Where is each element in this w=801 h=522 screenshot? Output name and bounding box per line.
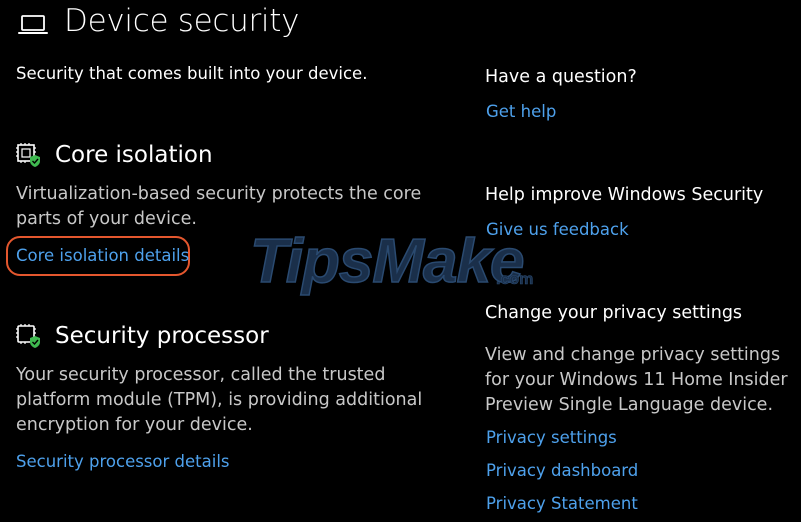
privacy-heading: Change your privacy settings — [485, 303, 743, 323]
laptop-icon — [18, 15, 48, 34]
core-isolation-description: Virtualization-based security protects t… — [16, 184, 422, 229]
security-processor-details-link[interactable]: Security processor details — [16, 452, 230, 471]
chip-shield-icon — [16, 143, 40, 167]
security-processor-title: Security processor — [55, 323, 269, 349]
page-title: Device security — [64, 3, 300, 39]
security-processor-description: Your security processor, called the trus… — [16, 365, 423, 435]
svg-text:TipsMake: TipsMake — [250, 227, 523, 296]
give-feedback-link[interactable]: Give us feedback — [486, 220, 629, 239]
help-improve-heading: Help improve Windows Security — [485, 185, 764, 205]
core-isolation-title: Core isolation — [55, 142, 213, 168]
privacy-description: View and change privacy settings for you… — [485, 345, 788, 415]
svg-text:.com: .com — [496, 271, 533, 288]
privacy-settings-link[interactable]: Privacy settings — [486, 428, 617, 447]
privacy-dashboard-link[interactable]: Privacy dashboard — [486, 461, 638, 480]
get-help-link[interactable]: Get help — [486, 102, 556, 121]
processor-shield-icon — [16, 324, 40, 348]
have-question-heading: Have a question? — [485, 67, 637, 87]
privacy-statement-link[interactable]: Privacy Statement — [486, 494, 638, 513]
device-security-page: Device security Security that comes buil… — [0, 0, 801, 522]
core-isolation-details-link[interactable]: Core isolation details — [16, 246, 189, 265]
page-subtitle: Security that comes built into your devi… — [16, 64, 368, 83]
